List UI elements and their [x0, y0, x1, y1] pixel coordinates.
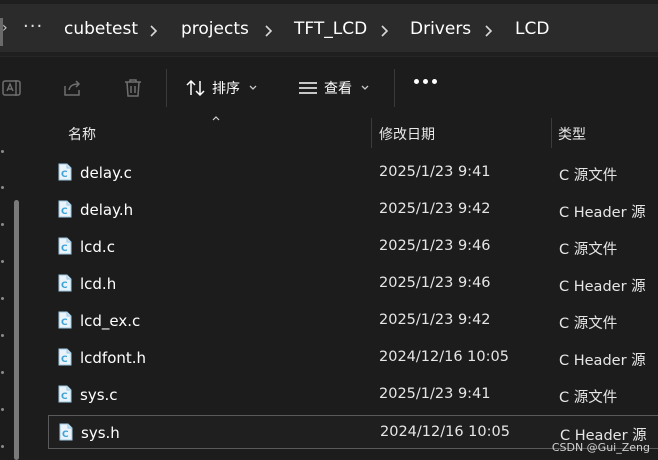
file-type: C 源文件 [559, 168, 618, 184]
column-header-name[interactable]: 名称 [68, 124, 96, 144]
column-divider[interactable] [371, 118, 372, 148]
breadcrumb-item-drivers[interactable]: Drivers [410, 19, 471, 39]
file-name[interactable]: delay.h [80, 201, 133, 219]
watermark: CSDN @Gui_Zeng [551, 441, 650, 454]
file-row[interactable]: Cdelay.c 2025/1/23 9:41 C 源文件 [48, 156, 658, 190]
file-name[interactable]: lcd.h [80, 275, 116, 293]
file-name[interactable]: sys.h [81, 424, 120, 442]
column-divider[interactable] [551, 118, 552, 148]
navigation-pane [0, 118, 32, 460]
more-icon[interactable] [414, 79, 437, 84]
c-file-icon: C [58, 348, 72, 366]
file-modified-date: 2024/12/16 10:05 [379, 349, 509, 365]
svg-text:C: C [61, 281, 68, 291]
file-modified-date: 2025/1/23 9:46 [379, 275, 491, 291]
file-name[interactable]: lcdfont.h [80, 349, 146, 367]
view-icon [299, 82, 317, 94]
svg-text:C: C [61, 244, 68, 254]
file-row[interactable]: Csys.c 2025/1/23 9:41 C 源文件 [48, 378, 658, 412]
breadcrumb-item-tft-lcd[interactable]: TFT_LCD [294, 19, 367, 39]
sort-ascending-icon [212, 116, 220, 121]
address-bar: ··· › cubetest projects TFT_LCD Drivers … [0, 0, 658, 56]
c-file-icon: C [58, 200, 72, 218]
share-icon[interactable] [62, 77, 84, 99]
file-type: C 源文件 [559, 316, 618, 332]
chevron-right-icon[interactable] [150, 25, 158, 37]
file-type: C 源文件 [559, 242, 618, 258]
command-bar: 排序 查看 [0, 56, 658, 119]
chevron-right-icon: › [2, 20, 8, 36]
navigation-scrollbar[interactable] [14, 200, 19, 460]
file-row[interactable]: Clcd.h 2025/1/23 9:46 C Header 源 [48, 267, 658, 301]
svg-text:C: C [61, 170, 68, 180]
svg-text:C: C [61, 207, 68, 217]
column-header-row: 名称 修改日期 类型 [32, 116, 658, 148]
c-file-icon: C [58, 311, 72, 329]
file-modified-date: 2025/1/23 9:42 [379, 201, 491, 217]
sort-icon [186, 79, 205, 97]
file-modified-date: 2025/1/23 9:42 [379, 312, 491, 328]
svg-text:C: C [61, 318, 68, 328]
file-row[interactable]: Clcd.c 2025/1/23 9:46 C 源文件 [48, 230, 658, 264]
chevron-down-icon [361, 85, 369, 90]
column-header-modified[interactable]: 修改日期 [379, 124, 435, 144]
toolbar-divider [394, 69, 395, 107]
breadcrumb[interactable]: ··· › cubetest projects TFT_LCD Drivers … [0, 4, 658, 52]
c-file-icon: C [58, 385, 72, 403]
file-type: C Header 源 [559, 353, 646, 369]
chevron-right-icon[interactable] [265, 25, 273, 37]
file-row[interactable]: Cdelay.h 2025/1/23 9:42 C Header 源 [48, 193, 658, 227]
file-modified-date: 2024/12/16 10:05 [380, 424, 510, 440]
file-type: C Header 源 [559, 205, 646, 221]
file-type: C Header 源 [559, 279, 646, 295]
chevron-right-icon[interactable] [485, 25, 493, 37]
sort-button[interactable]: 排序 [186, 75, 257, 101]
file-modified-date: 2025/1/23 9:46 [379, 238, 491, 254]
svg-text:C: C [61, 392, 68, 402]
rename-icon[interactable] [2, 77, 24, 99]
column-header-type[interactable]: 类型 [558, 124, 586, 144]
view-label: 查看 [324, 81, 352, 97]
breadcrumb-item-lcd[interactable]: LCD [515, 19, 549, 39]
file-modified-date: 2025/1/23 9:41 [379, 386, 491, 402]
file-name[interactable]: sys.c [80, 386, 118, 404]
sort-label: 排序 [212, 81, 240, 97]
file-type: C 源文件 [559, 390, 618, 406]
chevron-right-icon[interactable] [381, 25, 389, 37]
c-file-icon: C [58, 163, 72, 181]
delete-icon[interactable] [122, 77, 144, 99]
toolbar-divider [166, 69, 167, 107]
file-name[interactable]: lcd.c [80, 238, 115, 256]
view-button[interactable]: 查看 [298, 75, 369, 101]
c-file-icon: C [58, 237, 72, 255]
file-name[interactable]: delay.c [80, 164, 132, 182]
file-row[interactable]: Clcdfont.h 2024/12/16 10:05 C Header 源 [48, 341, 658, 375]
svg-text:C: C [62, 430, 69, 440]
breadcrumb-item-projects[interactable]: projects [181, 19, 249, 39]
file-modified-date: 2025/1/23 9:41 [379, 164, 491, 180]
breadcrumb-item-cubetest[interactable]: cubetest [64, 19, 138, 39]
c-file-icon: C [59, 423, 73, 441]
breadcrumb-overflow-button[interactable]: ··· [23, 16, 43, 37]
c-file-icon: C [58, 274, 72, 292]
svg-text:C: C [61, 355, 68, 365]
file-row[interactable]: Clcd_ex.c 2025/1/23 9:42 C 源文件 [48, 304, 658, 338]
file-name[interactable]: lcd_ex.c [80, 312, 140, 330]
chevron-down-icon [249, 85, 257, 90]
